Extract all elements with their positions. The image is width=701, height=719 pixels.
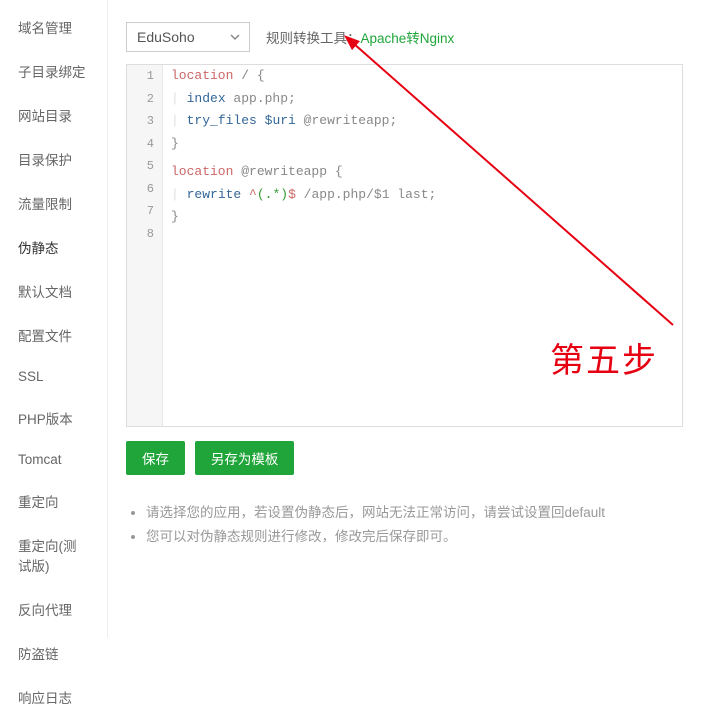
sidebar-item[interactable]: 反向代理 xyxy=(0,587,107,631)
editor-code[interactable]: location / {| index app.php;| try_files … xyxy=(163,65,682,426)
code-line[interactable]: | index app.php; xyxy=(163,88,682,111)
sidebar-item[interactable]: 默认文档 xyxy=(0,269,107,313)
line-number: 2 xyxy=(127,88,162,111)
convert-link[interactable]: Apache转Nginx xyxy=(361,31,455,46)
main-panel: EduSoho 规则转换工具：Apache转Nginx 12345678 loc… xyxy=(108,0,701,638)
line-number: 6 xyxy=(127,178,162,201)
sidebar-item[interactable]: 伪静态 xyxy=(0,225,107,269)
code-editor[interactable]: 12345678 location / {| index app.php;| t… xyxy=(126,64,683,427)
button-row: 保存 另存为模板 xyxy=(126,441,683,475)
convert-label-text: 规则转换工具： xyxy=(266,31,361,46)
sidebar-item[interactable]: 目录保护 xyxy=(0,137,107,181)
code-line[interactable]: location @rewriteapp { xyxy=(163,161,682,184)
convert-label: 规则转换工具：Apache转Nginx xyxy=(266,27,454,47)
sidebar-item[interactable]: 重定向 xyxy=(0,479,107,523)
line-number: 3 xyxy=(127,110,162,133)
sidebar-item[interactable]: 重定向(测试版) xyxy=(0,523,107,587)
sidebar-item[interactable]: 子目录绑定 xyxy=(0,49,107,93)
sidebar-item[interactable]: PHP版本 xyxy=(0,396,107,440)
save-button[interactable]: 保存 xyxy=(126,441,185,475)
code-line[interactable]: | rewrite ^(.*)$ /app.php/$1 last; xyxy=(163,184,682,207)
sidebar-item[interactable]: 流量限制 xyxy=(0,181,107,225)
tip-item: 您可以对伪静态规则进行修改，修改完后保存即可。 xyxy=(146,525,683,545)
line-number: 7 xyxy=(127,200,162,223)
editor-gutter: 12345678 xyxy=(127,65,163,426)
code-line[interactable]: | try_files $uri @rewriteapp; xyxy=(163,110,682,133)
sidebar-item[interactable]: 配置文件 xyxy=(0,313,107,357)
sidebar: 域名管理子目录绑定网站目录目录保护流量限制伪静态默认文档配置文件SSLPHP版本… xyxy=(0,0,108,638)
code-line[interactable]: } xyxy=(163,206,682,229)
sidebar-item[interactable]: 网站目录 xyxy=(0,93,107,137)
template-select[interactable]: EduSoho xyxy=(126,22,250,52)
line-number: 4 xyxy=(127,133,162,156)
sidebar-item[interactable]: 响应日志 xyxy=(0,675,107,719)
template-select-value: EduSoho xyxy=(127,23,249,51)
line-number: 1 xyxy=(127,65,162,88)
tip-item: 请选择您的应用，若设置伪静态后，网站无法正常访问，请尝试设置回default xyxy=(146,501,683,521)
toolbar: EduSoho 规则转换工具：Apache转Nginx xyxy=(126,22,683,52)
sidebar-item[interactable]: SSL xyxy=(0,357,107,396)
sidebar-item[interactable]: Tomcat xyxy=(0,440,107,479)
sidebar-item[interactable]: 域名管理 xyxy=(0,5,107,49)
tips-list: 请选择您的应用，若设置伪静态后，网站无法正常访问，请尝试设置回default 您可… xyxy=(126,501,683,545)
save-as-template-button[interactable]: 另存为模板 xyxy=(195,441,295,475)
line-number: 8 xyxy=(127,223,162,246)
code-line[interactable]: location / { xyxy=(163,65,682,88)
code-line[interactable]: } xyxy=(163,133,682,156)
line-number: 5 xyxy=(127,155,162,178)
